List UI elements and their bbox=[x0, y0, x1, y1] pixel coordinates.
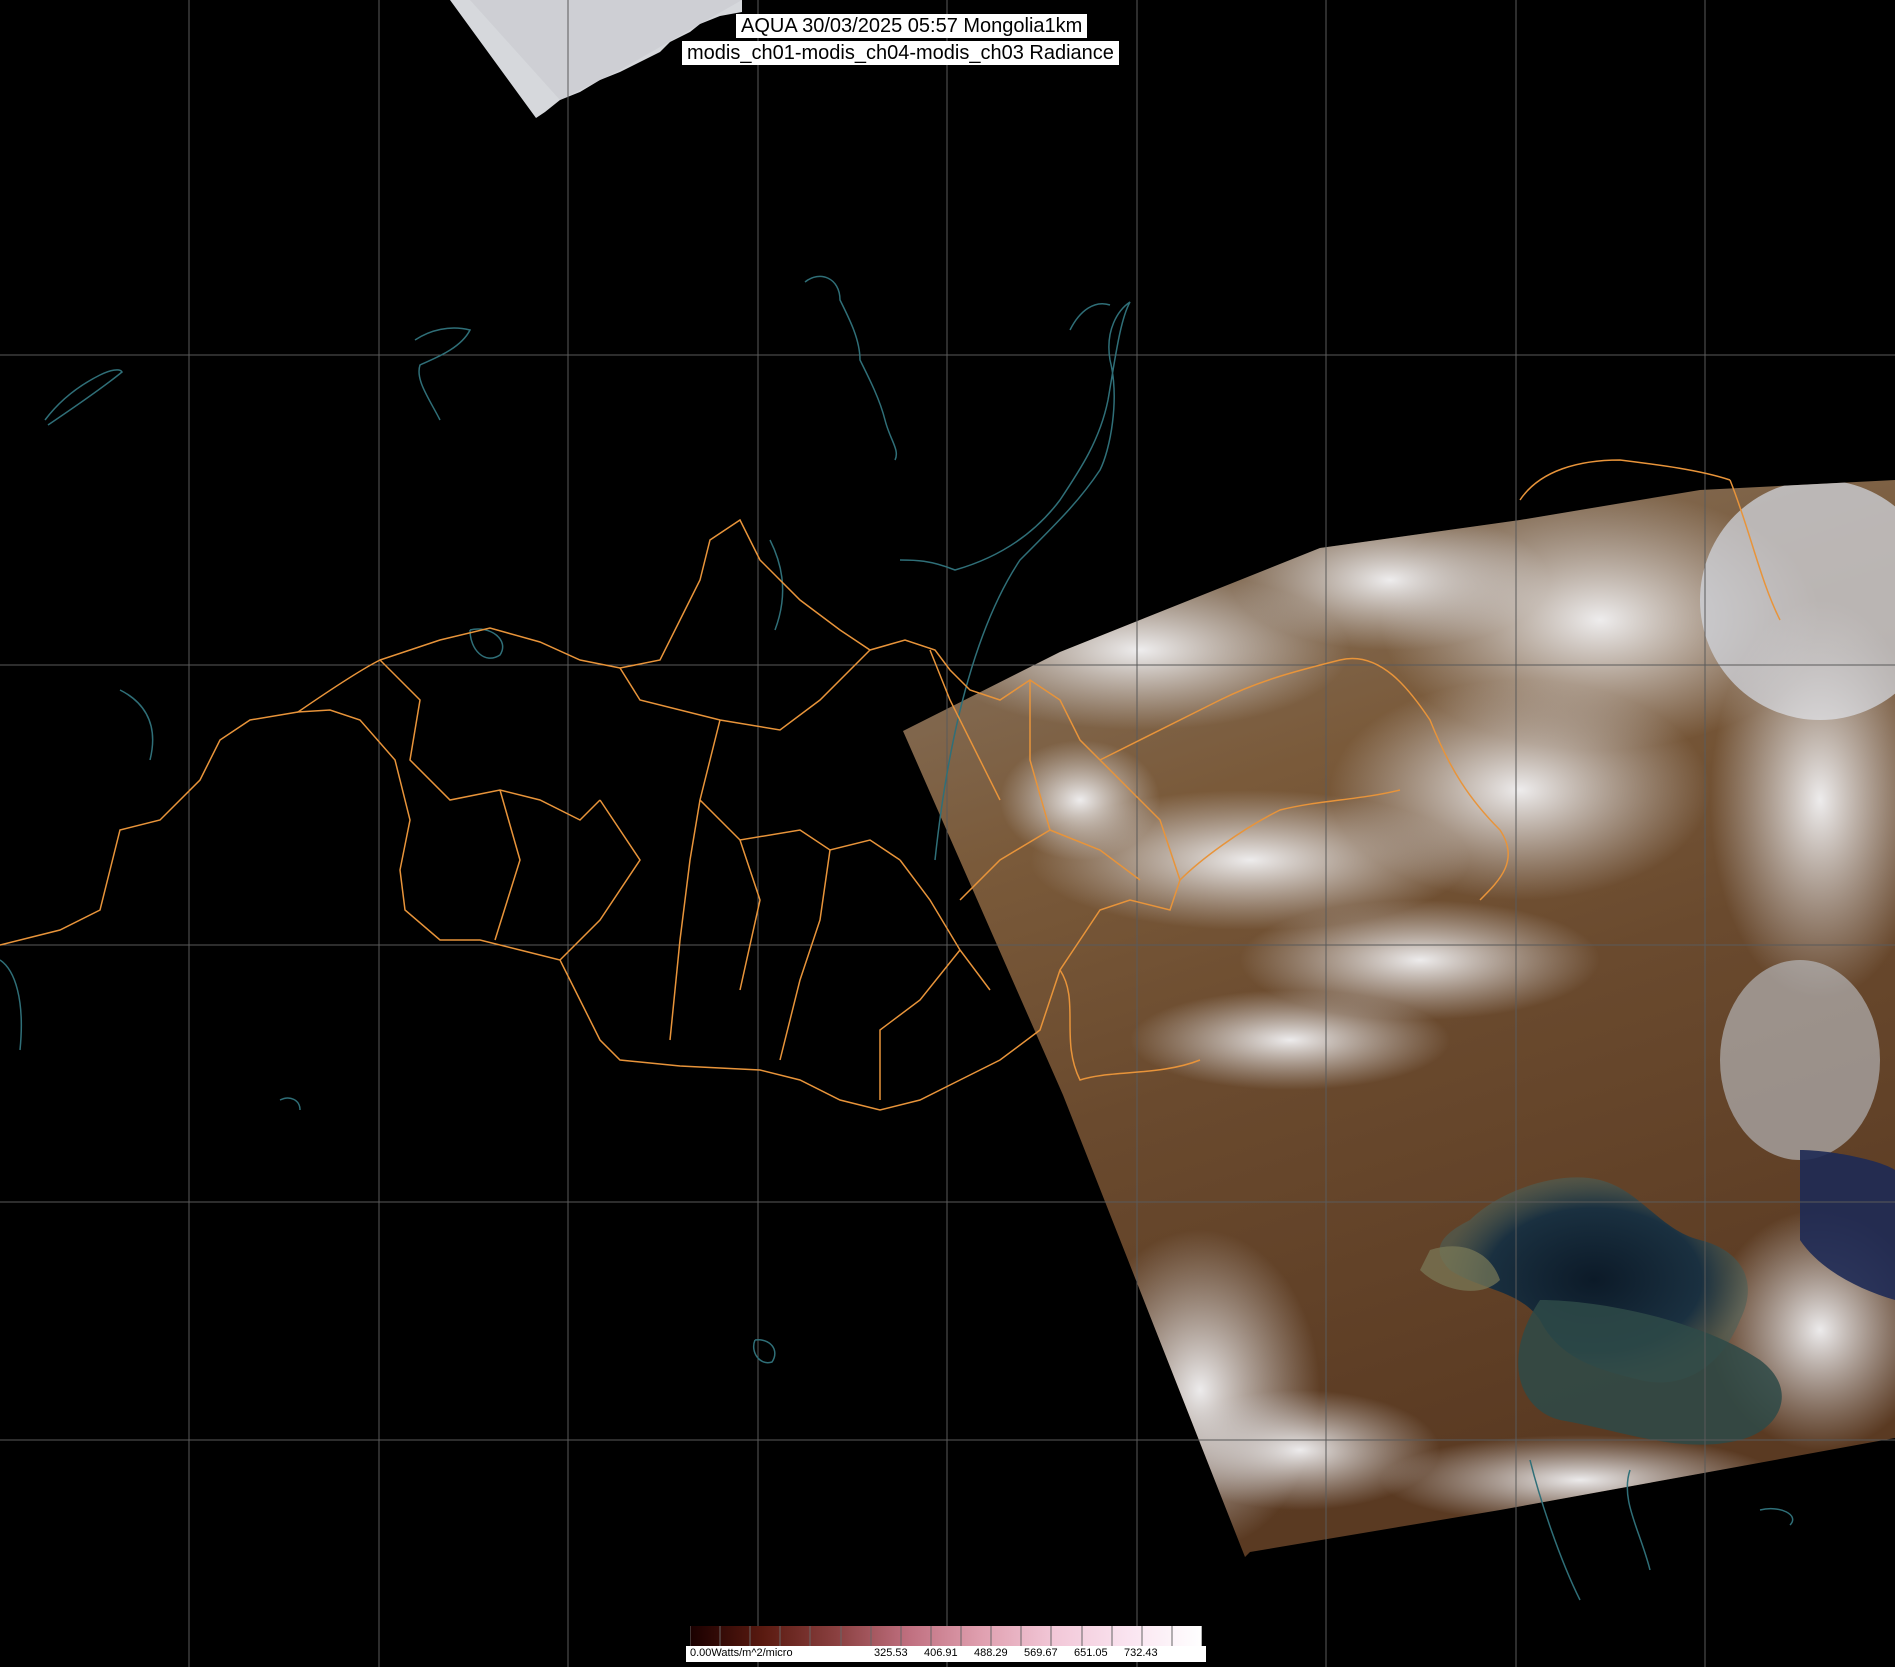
legend-tick-label: 732.43 bbox=[1124, 1647, 1158, 1659]
colorbar-gradient bbox=[690, 1626, 1202, 1646]
title-line-1: AQUA 30/03/2025 05:57 Mongolia1km bbox=[736, 14, 1088, 38]
legend-tick-label: 651.05 bbox=[1074, 1647, 1108, 1659]
title-line-2: modis_ch01-modis_ch04-modis_ch03 Radianc… bbox=[682, 41, 1119, 65]
legend-min-label: 0.00Watts/m^2/micro bbox=[690, 1647, 793, 1659]
legend-labels: 0.00Watts/m^2/micro 325.53 406.91 488.29… bbox=[686, 1646, 1206, 1662]
legend-tick-label: 406.91 bbox=[924, 1647, 958, 1659]
legend-tick-label: 488.29 bbox=[974, 1647, 1008, 1659]
satellite-map bbox=[0, 0, 1895, 1667]
legend-tick-label: 325.53 bbox=[874, 1647, 908, 1659]
legend-tick-label: 569.67 bbox=[1024, 1647, 1058, 1659]
legend-colorbar bbox=[690, 1626, 1202, 1646]
